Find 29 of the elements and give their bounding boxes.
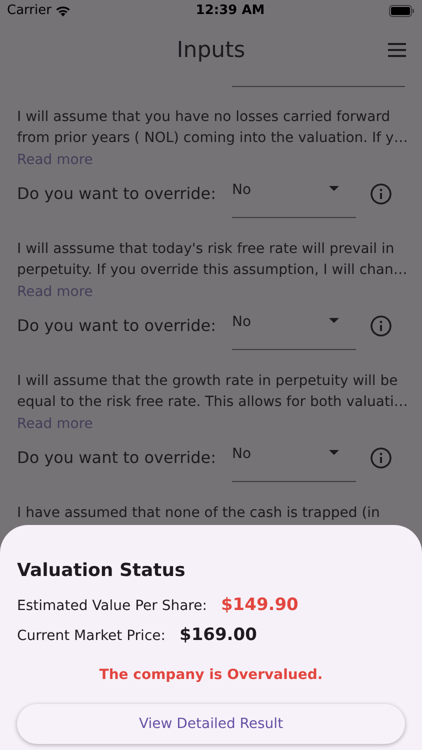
assumption-text: I will assume that the growth rate in perpetuity will be equal to the risk free rate. This allows for both valuati…: [17, 372, 405, 412]
info-icon[interactable]: [370, 183, 392, 205]
assumption-text: I will assume that you have no losses carried forward from prior years ( NOL) coming into the valuation. If y…: [17, 108, 405, 148]
info-icon[interactable]: [370, 447, 392, 469]
caret-icon: [329, 186, 339, 191]
assumption-text: I will asssume that today's risk free rate will prevail in perpetuity. If you override this assumption, I will chan…: [17, 240, 405, 280]
verdict-message: The company is Overvalued.: [99, 666, 323, 685]
sheet-title: Valuation Status: [17, 559, 186, 583]
carrier-label: Carrier: [7, 2, 52, 20]
caret-icon: [329, 450, 339, 455]
value-label: Current Market Price:: [17, 626, 166, 646]
wifi-icon: [55, 5, 72, 17]
value-label: Estimated Value Per Share:: [17, 597, 207, 616]
battery-icon: [389, 5, 415, 17]
assumption-text: I have assumed that none of the cash is trapped (in: [17, 504, 381, 523]
menu-icon[interactable]: [387, 42, 407, 58]
value-amount: $169.00: [179, 624, 257, 646]
override-label: Do you want to override:: [17, 315, 218, 337]
override-dropdown[interactable]: No: [232, 170, 356, 218]
page-title: Inputs: [176, 36, 246, 64]
override-label: Do you want to override:: [17, 447, 218, 469]
caret-icon: [329, 318, 339, 323]
info-icon[interactable]: [370, 315, 392, 337]
override-dropdown[interactable]: No: [232, 434, 356, 482]
view-detailed-result-button[interactable]: View Detailed Result: [17, 704, 405, 744]
value-amount: $149.90: [220, 594, 298, 617]
override-dropdown[interactable]: No: [232, 302, 356, 350]
clock-time: 12:39 AM: [196, 2, 265, 20]
override-label: Do you want to override:: [17, 183, 218, 205]
